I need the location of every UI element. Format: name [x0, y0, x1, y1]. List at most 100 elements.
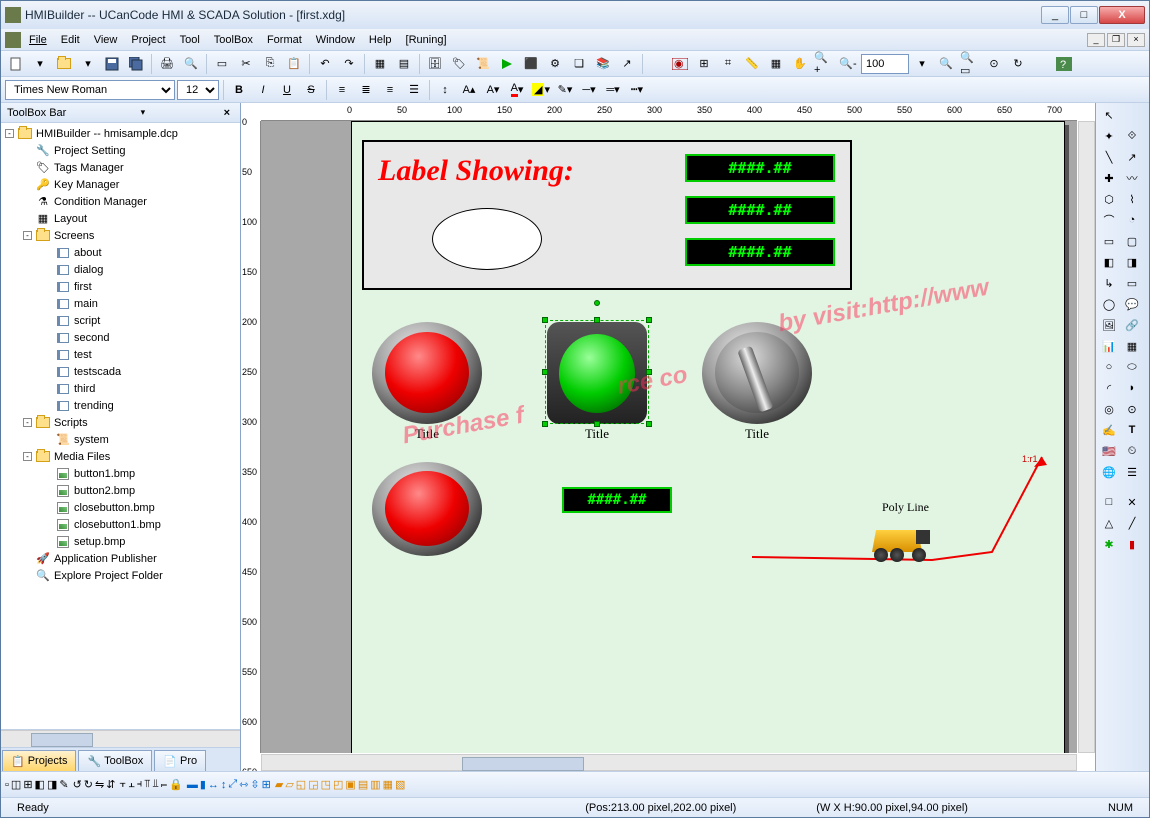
- zoom-input[interactable]: [861, 54, 909, 74]
- open-button[interactable]: [53, 53, 75, 75]
- selection-handle[interactable]: [594, 317, 600, 323]
- donut-tool[interactable]: ◎: [1098, 399, 1120, 419]
- chord-tool[interactable]: ◗: [1121, 378, 1143, 398]
- tree-media-item[interactable]: setup.bmp: [74, 536, 125, 548]
- marker-tool[interactable]: ▮: [1121, 534, 1143, 554]
- align-tool-4[interactable]: ◧: [35, 778, 45, 791]
- shape1-tool[interactable]: ◧: [1098, 252, 1120, 272]
- tree-key-manager[interactable]: Key Manager: [54, 179, 119, 191]
- tags-button[interactable]: 🏷: [448, 53, 470, 75]
- project-tree[interactable]: -HMIBuilder -- hmisample.dcp 🔧Project Se…: [1, 123, 240, 730]
- grid-button[interactable]: ⊞: [693, 53, 715, 75]
- group-button[interactable]: ▦: [369, 53, 391, 75]
- selection-handle[interactable]: [594, 421, 600, 427]
- tree-collapse-icon[interactable]: -: [5, 129, 14, 138]
- menu-format[interactable]: Format: [261, 32, 308, 48]
- tree-root[interactable]: HMIBuilder -- hmisample.dcp: [36, 128, 178, 140]
- tree-media-item[interactable]: closebutton1.bmp: [74, 519, 161, 531]
- triangle-tool[interactable]: △: [1098, 513, 1120, 533]
- order-3[interactable]: ▣: [345, 778, 355, 791]
- stop-button[interactable]: ⬛: [520, 53, 542, 75]
- font-inc-button[interactable]: A▴: [458, 79, 480, 101]
- align-right[interactable]: ⫞: [137, 778, 143, 791]
- guides-button[interactable]: ▦: [765, 53, 787, 75]
- sidebar-close-icon[interactable]: ×: [220, 107, 234, 119]
- tree-scripts[interactable]: Scripts: [54, 417, 88, 429]
- menu-edit[interactable]: Edit: [55, 32, 86, 48]
- red-button-1[interactable]: Title: [372, 322, 482, 442]
- rotate-ccw[interactable]: ↺: [73, 778, 82, 791]
- copy-button[interactable]: ⎘: [259, 53, 281, 75]
- align-left[interactable]: ⫟: [119, 778, 126, 791]
- align-right-button[interactable]: ≡: [379, 79, 401, 101]
- globe-tool[interactable]: 🌐: [1098, 462, 1120, 482]
- chart-tool[interactable]: 📊: [1098, 336, 1120, 356]
- cross-tool[interactable]: ✚: [1098, 168, 1120, 188]
- preview-button[interactable]: 🔍: [180, 53, 202, 75]
- settings-button[interactable]: ⚙: [544, 53, 566, 75]
- cut-button[interactable]: ✂: [235, 53, 257, 75]
- space-v[interactable]: ⇳: [250, 778, 259, 791]
- design-page[interactable]: Label Showing: ####.## ####.## ####.## T…: [351, 121, 1065, 753]
- tree-screen-first[interactable]: first: [74, 281, 92, 293]
- red-button-2[interactable]: [372, 462, 482, 572]
- panel-label[interactable]: Label Showing: ####.## ####.## ####.##: [362, 140, 852, 290]
- line-tool[interactable]: ╲: [1098, 147, 1120, 167]
- script-button[interactable]: 📜: [472, 53, 494, 75]
- zoomout-button[interactable]: 🔍-: [837, 53, 859, 75]
- tree-collapse-icon[interactable]: -: [23, 452, 32, 461]
- order-6[interactable]: ▦: [383, 778, 393, 791]
- align-just-button[interactable]: ☰: [403, 79, 425, 101]
- image-tool[interactable]: 🖼: [1098, 315, 1120, 335]
- display-1[interactable]: ####.##: [685, 154, 835, 182]
- same-h[interactable]: ↕: [221, 779, 227, 791]
- redo-button[interactable]: ↷: [338, 53, 360, 75]
- selection-handle[interactable]: [542, 421, 548, 427]
- tab-pro[interactable]: 📄Pro: [154, 750, 206, 771]
- paste-button[interactable]: 📋: [283, 53, 305, 75]
- label-showing[interactable]: Label Showing:: [378, 154, 574, 188]
- curve-tool[interactable]: 〰: [1121, 168, 1143, 188]
- zoom-dropdown[interactable]: ▾: [911, 53, 933, 75]
- node-tool[interactable]: ✦: [1098, 126, 1120, 146]
- tree-hscroll[interactable]: [1, 730, 240, 747]
- order-5[interactable]: ▥: [370, 778, 380, 791]
- grid-tool[interactable]: ⊞: [262, 778, 271, 791]
- menu-toolbox[interactable]: ToolBox: [208, 32, 259, 48]
- tree-tags-manager[interactable]: Tags Manager: [54, 162, 124, 174]
- align-tool-5[interactable]: ◨: [47, 778, 57, 791]
- canvas-vscroll[interactable]: [1078, 121, 1095, 753]
- flip-v[interactable]: ⇵: [106, 778, 115, 791]
- callout-tool[interactable]: ◯: [1098, 294, 1120, 314]
- align-tool-2[interactable]: ◫: [11, 778, 21, 791]
- ring-tool[interactable]: ⊙: [1121, 399, 1143, 419]
- mdi-minimize[interactable]: _: [1087, 33, 1105, 47]
- menu-file[interactable]: File: [23, 32, 53, 48]
- star-tool[interactable]: ✱: [1098, 534, 1120, 554]
- arc2-tool[interactable]: ◜: [1098, 378, 1120, 398]
- align-tool-3[interactable]: ⊞: [23, 778, 32, 791]
- same-size[interactable]: ⤢: [228, 778, 237, 791]
- run-button[interactable]: [496, 53, 518, 75]
- lock-tool[interactable]: 🔒: [169, 778, 183, 791]
- select-button[interactable]: ▭: [211, 53, 233, 75]
- rotate-cw[interactable]: ↻: [84, 778, 93, 791]
- truck-shape[interactable]: [872, 530, 922, 552]
- flowrect-tool[interactable]: ▭: [1121, 273, 1143, 293]
- align-bottom[interactable]: ⫭: [161, 778, 167, 791]
- table-tool[interactable]: ▦: [1121, 336, 1143, 356]
- new-dropdown[interactable]: ▾: [29, 53, 51, 75]
- align-middle[interactable]: ⫫: [153, 778, 159, 791]
- tree-project-setting[interactable]: Project Setting: [54, 145, 126, 157]
- square-tool[interactable]: □: [1098, 492, 1120, 512]
- save-button[interactable]: [101, 53, 123, 75]
- export-button[interactable]: ↗: [616, 53, 638, 75]
- tree-script-system[interactable]: system: [74, 434, 109, 446]
- menu-view[interactable]: View: [88, 32, 124, 48]
- display-4[interactable]: ####.##: [562, 487, 672, 513]
- order-7[interactable]: ▧: [395, 778, 405, 791]
- dist-v[interactable]: ▮: [200, 778, 206, 791]
- align-top[interactable]: ⫪: [144, 778, 150, 791]
- dash-style-button[interactable]: ┅▾: [626, 79, 648, 101]
- lib-button[interactable]: 📚: [592, 53, 614, 75]
